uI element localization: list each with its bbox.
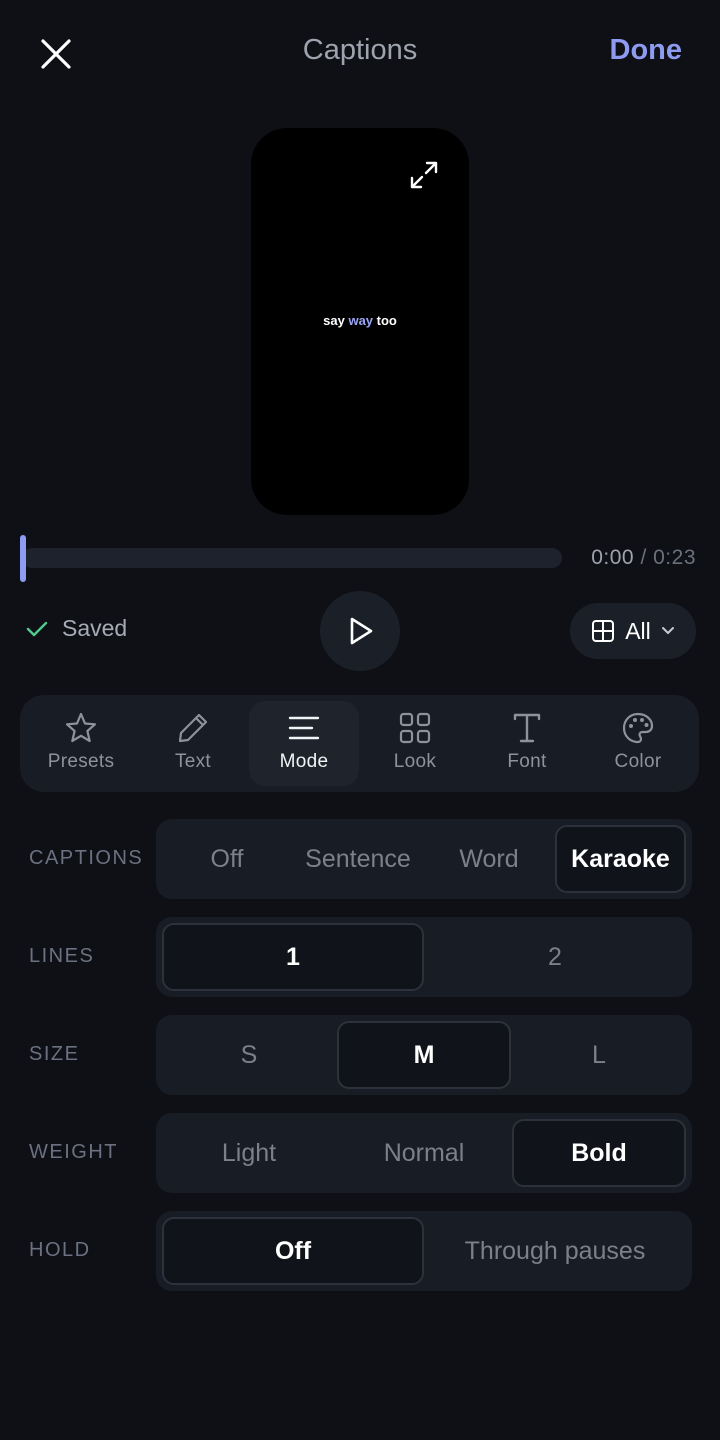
caption-word-highlighted: way <box>348 313 374 328</box>
duration: 0:23 <box>653 546 696 569</box>
weight-selector: Light Normal Bold <box>156 1113 692 1193</box>
chevron-down-icon <box>661 627 674 634</box>
caption-word: too <box>376 313 397 328</box>
lines-selector: 1 2 <box>156 917 692 997</box>
weight-option-normal[interactable]: Normal <box>337 1119 511 1187</box>
hold-option-through-pauses[interactable]: Through pauses <box>424 1217 686 1285</box>
grid-square-icon <box>592 620 615 642</box>
star-icon <box>65 712 97 743</box>
caption-word: say <box>323 313 345 328</box>
play-button[interactable] <box>320 591 400 671</box>
captions-editor-screen: Captions Done say way too 0:00 / 0:23 Sa… <box>0 0 720 1440</box>
tab-look[interactable]: Look <box>360 701 470 786</box>
captions-option-sentence[interactable]: Sentence <box>293 825 423 893</box>
tab-label: Color <box>614 751 662 772</box>
size-label: SIZE <box>29 1043 80 1065</box>
time-readout: 0:00 / 0:23 <box>591 546 696 570</box>
align-icon <box>288 716 320 740</box>
size-selector: S M L <box>156 1015 692 1095</box>
weight-label: WEIGHT <box>29 1141 118 1163</box>
pencil-icon <box>178 713 208 743</box>
tab-label: Mode <box>279 751 329 772</box>
time-separator: / <box>640 546 647 569</box>
size-option-l[interactable]: L <box>512 1021 686 1089</box>
lines-label: LINES <box>29 945 95 967</box>
captions-option-karaoke[interactable]: Karaoke <box>555 825 686 893</box>
tab-mode[interactable]: Mode <box>249 701 359 786</box>
scope-dropdown[interactable]: All <box>570 603 696 659</box>
play-icon <box>350 617 373 645</box>
lines-option-1[interactable]: 1 <box>162 923 424 991</box>
tab-label: Font <box>507 751 547 772</box>
tab-presets[interactable]: Presets <box>26 701 136 786</box>
weight-option-bold[interactable]: Bold <box>512 1119 686 1187</box>
captions-option-word[interactable]: Word <box>427 825 551 893</box>
tab-label: Text <box>174 751 212 772</box>
size-option-s[interactable]: S <box>162 1021 336 1089</box>
tab-color[interactable]: Color <box>583 701 693 786</box>
lines-option-2[interactable]: 2 <box>424 923 686 991</box>
captions-label: CAPTIONS <box>29 847 144 869</box>
tab-label: Look <box>393 751 437 772</box>
tab-label: Presets <box>47 751 115 772</box>
check-icon <box>26 621 48 636</box>
caption-preview-text: say way too <box>251 313 469 328</box>
done-button[interactable]: Done <box>610 34 683 67</box>
weight-option-light[interactable]: Light <box>162 1119 336 1187</box>
tab-font[interactable]: Font <box>472 701 582 786</box>
expand-button[interactable] <box>409 160 439 190</box>
hold-selector: Off Through pauses <box>156 1211 692 1291</box>
type-icon <box>513 713 541 743</box>
captions-mode-selector: Off Sentence Word Karaoke <box>156 819 692 899</box>
video-preview[interactable]: say way too <box>251 128 469 515</box>
scope-label: All <box>625 617 651 644</box>
hold-option-off[interactable]: Off <box>162 1217 424 1285</box>
timeline-track[interactable] <box>22 548 562 568</box>
size-option-m[interactable]: M <box>337 1021 511 1089</box>
timeline-playhead[interactable] <box>20 535 26 582</box>
saved-label: Saved <box>62 615 128 641</box>
saved-status: Saved <box>26 615 127 642</box>
captions-option-off[interactable]: Off <box>165 825 289 893</box>
hold-label: HOLD <box>29 1239 91 1261</box>
header: Captions Done <box>0 0 720 104</box>
palette-icon <box>622 712 654 744</box>
current-time: 0:00 <box>591 546 635 569</box>
tab-text[interactable]: Text <box>138 701 248 786</box>
grid-icon <box>399 712 431 744</box>
editor-tabbar: Presets Text Mode Look Font Color <box>20 695 699 792</box>
expand-icon <box>410 161 438 189</box>
